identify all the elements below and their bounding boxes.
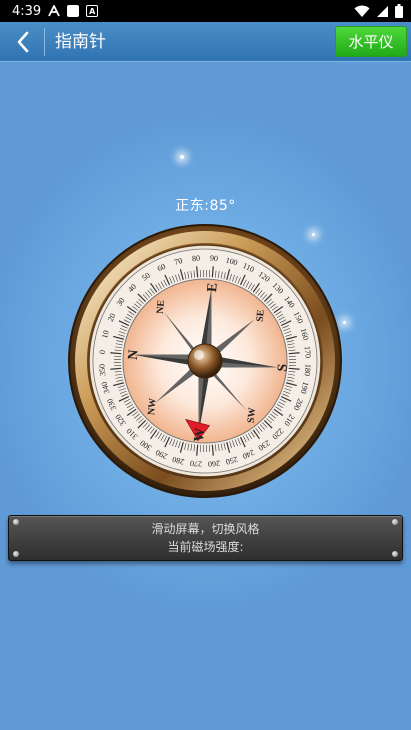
toolbar-divider [44,28,45,56]
page-title: 指南针 [55,32,106,52]
battery-icon [395,4,403,18]
degree-label: 180 [303,364,313,377]
chevron-left-icon [17,31,29,53]
intercardinal-se: SE [255,309,267,322]
intercardinal-sw: SW [246,407,258,423]
degree-label: 90 [210,254,219,264]
back-button[interactable] [8,26,38,58]
level-button[interactable]: 水平仪 [335,26,407,57]
notification-square-icon [67,5,80,17]
wifi-icon [354,5,370,18]
magnetic-strength: 当前磁场强度: [167,540,244,554]
status-time: 4:39 [12,3,42,19]
compass-hub [187,343,223,379]
degree-label: 80 [192,254,201,264]
swipe-hint: 滑动屏幕，切换风格 [151,522,260,536]
degree-label: 350 [97,364,107,377]
sparkle-decoration [180,155,184,159]
cardinal-n: N [126,349,142,360]
font-app-icon [48,5,61,17]
notification-a-icon: A [86,5,99,17]
compass: 0 10 20 30 40 50 60 70 80 90 100 110 120 130 140 150 160… [65,221,345,501]
signal-icon [376,5,389,18]
compass-screen[interactable]: 正东:85° 0 10 20 30 40 50 60 70 80 90 100 … [0,63,411,730]
degree-label: 170 [303,346,313,359]
degree-label: 0 [98,350,107,355]
cardinal-s: S [275,363,291,372]
heading-readout: 正东:85° [175,198,236,214]
cardinal-e: E [205,282,221,293]
intercardinal-ne: NE [155,299,167,314]
app-toolbar: 指南针 水平仪 [0,22,411,62]
cardinal-w: W [192,427,208,442]
info-panel: 滑动屏幕，切换风格 当前磁场强度: [8,515,403,561]
intercardinal-nw: NW [146,398,158,416]
degree-label: 260 [208,459,221,469]
compass-dial: 010203040506070 80 90 100 110120130140150160… [68,224,342,498]
status-bar: 4:39 A [0,0,411,22]
degree-label: 270 [190,459,203,469]
